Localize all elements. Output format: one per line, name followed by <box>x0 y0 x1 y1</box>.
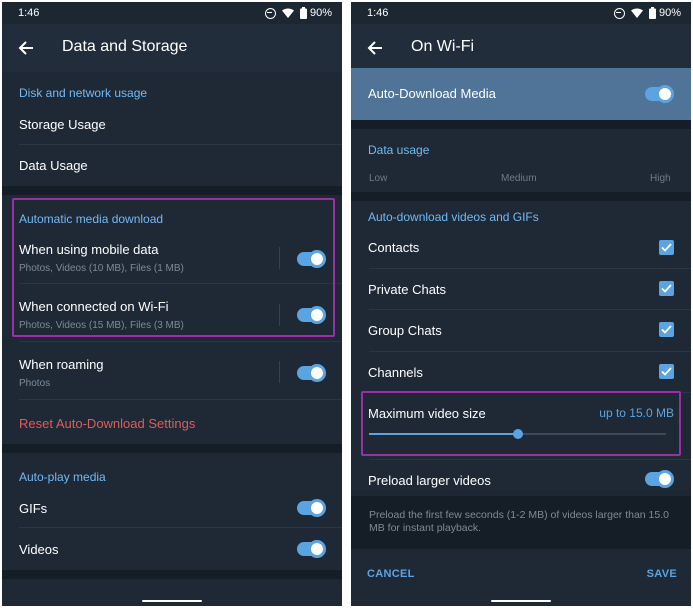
status-time: 1:46 <box>367 7 389 19</box>
group-chats-checkbox[interactable] <box>659 322 674 337</box>
group-chats-label[interactable]: Group Chats <box>368 323 442 338</box>
section-gap <box>2 186 342 195</box>
data-storage-screen: 1:46 90% Data and Storage Disk and netwo… <box>2 2 342 606</box>
page-title: On Wi-Fi <box>411 38 475 55</box>
back-arrow-icon[interactable] <box>14 36 38 60</box>
gifs-label[interactable]: GIFs <box>19 501 47 516</box>
cancel-button[interactable]: CANCEL <box>367 568 415 580</box>
private-chats-checkbox[interactable] <box>659 281 674 296</box>
videos-label[interactable]: Videos <box>19 542 59 557</box>
status-bar: 1:46 90% <box>351 2 691 24</box>
app-bar: Data and Storage <box>2 24 342 72</box>
contacts-checkbox[interactable] <box>659 240 674 255</box>
separator <box>279 361 280 383</box>
highlight-box <box>12 198 335 337</box>
section-gap <box>351 120 691 129</box>
preload-note: Preload the first few seconds (1-2 MB) o… <box>369 509 669 534</box>
do-not-disturb-icon <box>613 7 625 19</box>
roaming-subtitle: Photos <box>19 378 51 389</box>
highlight-box <box>361 391 681 456</box>
videos-toggle[interactable] <box>297 540 326 558</box>
check-icon <box>661 243 672 252</box>
divider <box>369 309 691 310</box>
gesture-nav-bar <box>2 596 342 606</box>
data-usage-medium[interactable]: Medium <box>501 173 537 184</box>
divider <box>369 268 691 269</box>
section-header: Data usage <box>368 143 430 157</box>
check-icon <box>661 284 672 293</box>
disk-usage-section: Disk and network usage Storage Usage Dat… <box>2 72 342 186</box>
divider <box>19 144 342 145</box>
private-chats-label[interactable]: Private Chats <box>368 282 446 297</box>
home-gesture-pill[interactable] <box>491 600 551 602</box>
battery-percent: 90% <box>309 7 332 19</box>
status-bar: 1:46 90% <box>2 2 342 24</box>
on-wifi-screen: 1:46 90% On Wi-Fi Auto-Download Media Da… <box>351 2 691 606</box>
battery-percent: 90% <box>658 7 681 19</box>
section-gap <box>2 444 342 453</box>
check-icon <box>661 325 672 334</box>
check-icon <box>661 367 672 376</box>
data-usage-section: Data usage Low Medium High <box>351 129 691 192</box>
preload-larger-videos-label[interactable]: Preload larger videos <box>368 473 491 488</box>
section-gap <box>2 570 342 579</box>
roaming-toggle[interactable] <box>297 364 326 382</box>
section-header: Auto-download videos and GIFs <box>368 210 539 224</box>
reset-auto-download-button[interactable]: Reset Auto-Download Settings <box>19 416 195 431</box>
contacts-label[interactable]: Contacts <box>368 240 419 255</box>
auto-download-media-label: Auto-Download Media <box>368 86 496 101</box>
divider <box>19 399 342 400</box>
section-gap <box>351 192 691 201</box>
data-usage-item[interactable]: Data Usage <box>19 158 88 173</box>
roaming-title[interactable]: When roaming <box>19 357 104 372</box>
gifs-toggle[interactable] <box>297 499 326 517</box>
back-arrow-icon[interactable] <box>363 36 387 60</box>
page-title: Data and Storage <box>62 38 188 55</box>
divider <box>19 527 342 528</box>
divider <box>369 351 691 352</box>
storage-usage-item[interactable]: Storage Usage <box>19 117 106 132</box>
section-header: Disk and network usage <box>19 86 148 100</box>
data-usage-high[interactable]: High <box>650 173 671 184</box>
data-usage-low[interactable]: Low <box>369 173 387 184</box>
status-time: 1:46 <box>18 7 40 19</box>
home-gesture-pill[interactable] <box>142 600 202 602</box>
section-header: Auto-play media <box>19 470 106 484</box>
wifi-icon <box>281 8 294 18</box>
info-footer: Preload the first few seconds (1-2 MB) o… <box>351 496 691 549</box>
app-bar: On Wi-Fi <box>351 24 691 72</box>
preload-larger-videos-toggle[interactable] <box>645 470 674 488</box>
do-not-disturb-icon <box>264 7 276 19</box>
battery-icon <box>648 7 656 19</box>
auto-download-media-toggle[interactable] <box>645 85 674 103</box>
save-button[interactable]: SAVE <box>647 568 677 580</box>
divider <box>369 459 691 460</box>
wifi-icon <box>630 8 643 18</box>
battery-icon <box>299 7 307 19</box>
auto-download-media-bar[interactable]: Auto-Download Media <box>351 68 691 120</box>
channels-label[interactable]: Channels <box>368 365 423 380</box>
channels-checkbox[interactable] <box>659 364 674 379</box>
divider <box>19 341 342 342</box>
gesture-nav-bar <box>351 596 691 606</box>
autoplay-section: Auto-play media GIFs Videos <box>2 453 342 570</box>
